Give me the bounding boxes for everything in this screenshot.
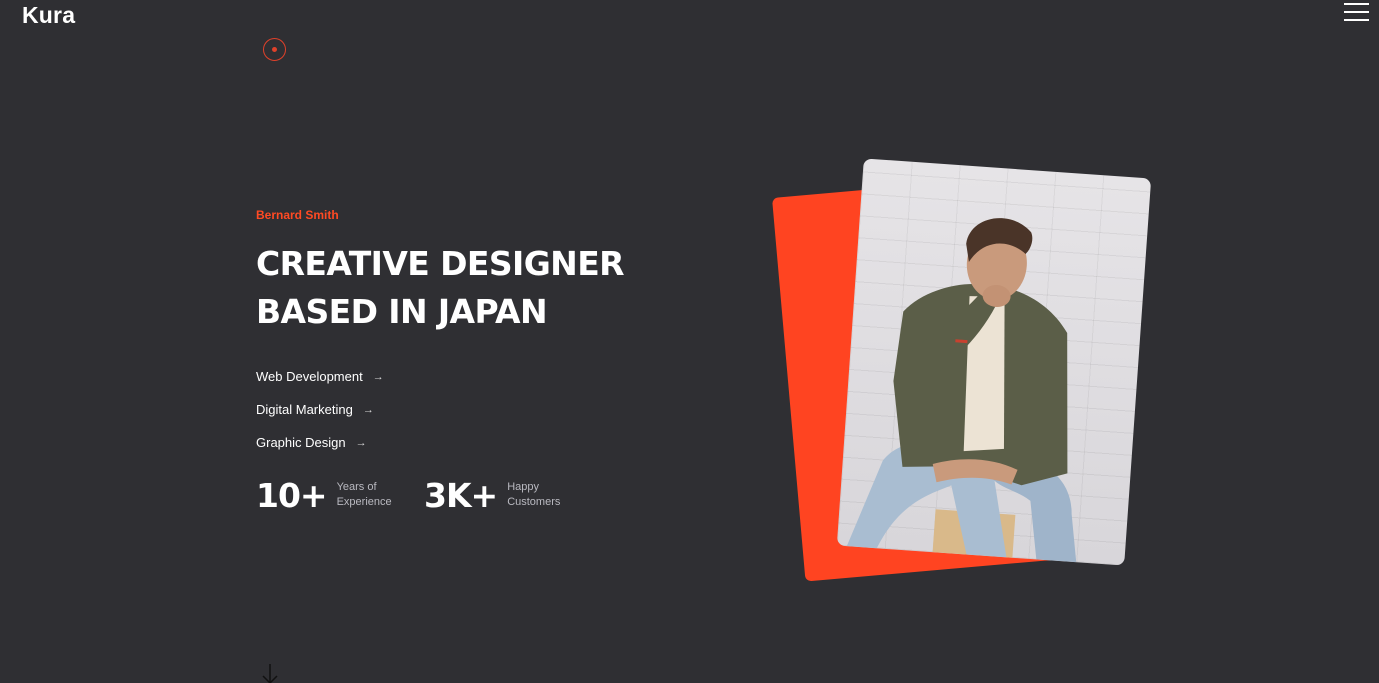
stat-customers: 3K+ Happy Customers: [424, 476, 577, 516]
service-web-development[interactable]: Web Development →: [256, 360, 384, 393]
stat-label: Years of Experience: [337, 480, 407, 510]
profile-photo: [836, 158, 1152, 566]
arrow-right-icon: →: [355, 436, 367, 449]
stat-label-line: Happy: [507, 481, 539, 493]
hero-headline: CREATIVE DESIGNER BASED IN JAPAN: [256, 240, 676, 336]
stat-label-line: Customers: [507, 496, 561, 508]
service-label: Graphic Design: [256, 435, 346, 450]
logo[interactable]: Kura: [22, 2, 75, 29]
headline-line-1: CREATIVE DESIGNER: [256, 244, 625, 283]
person-illustration: [846, 218, 1077, 563]
stat-value: 10+: [256, 476, 328, 515]
hamburger-menu-icon[interactable]: [1344, 3, 1369, 21]
arrow-down-icon[interactable]: [261, 664, 279, 683]
service-digital-marketing[interactable]: Digital Marketing →: [256, 393, 384, 426]
stat-value: 3K+: [424, 476, 498, 515]
cursor-dot-icon: [272, 47, 277, 52]
headline-line-2: BASED IN JAPAN: [256, 292, 548, 331]
stat-experience: 10+ Years of Experience: [256, 476, 407, 516]
service-graphic-design[interactable]: Graphic Design →: [256, 426, 384, 459]
stat-label-line: Experience: [336, 496, 392, 508]
service-label: Digital Marketing: [256, 402, 353, 417]
arrow-right-icon: →: [362, 403, 374, 416]
arrow-right-icon: →: [372, 370, 384, 383]
services-list: Web Development → Digital Marketing → Gr…: [256, 360, 384, 459]
service-label: Web Development: [256, 369, 363, 384]
hero-name: Bernard Smith: [256, 208, 339, 222]
stat-label: Happy Customers: [507, 480, 577, 510]
stat-label-line: Years of: [336, 481, 377, 493]
